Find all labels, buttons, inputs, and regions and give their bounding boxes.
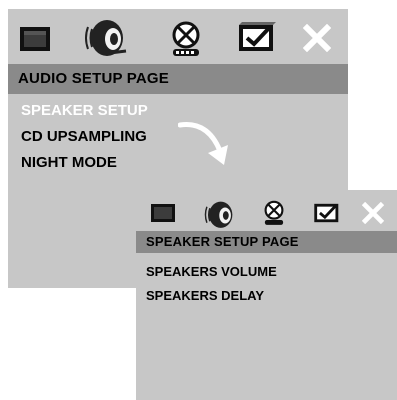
speaker-setup-page-title: SPEAKER SETUP PAGE (136, 231, 397, 253)
preference-setup-icon[interactable] (312, 201, 342, 225)
transition-arrow-icon (178, 122, 228, 165)
general-setup-icon[interactable] (18, 24, 52, 54)
menu-item-speaker-setup[interactable]: SPEAKER SETUP (21, 98, 148, 124)
menu-item-speakers-delay[interactable]: SPEAKERS DELAY (146, 284, 277, 308)
menu-item-night-mode[interactable]: NIGHT MODE (21, 150, 148, 176)
speaker-setup-panel: SPEAKER SETUP PAGE SPEAKERS VOLUME SPEAK… (136, 190, 397, 400)
audio-setup-icon[interactable] (82, 15, 130, 59)
audio-setup-icon[interactable] (202, 198, 238, 230)
menu-item-cd-upsampling[interactable]: CD UPSAMPLING (21, 124, 148, 150)
speaker-setup-menu: SPEAKERS VOLUME SPEAKERS DELAY (146, 260, 277, 308)
video-setup-icon[interactable] (166, 19, 206, 59)
preference-setup-icon[interactable] (236, 21, 278, 55)
general-setup-icon[interactable] (150, 202, 176, 224)
exit-icon[interactable] (362, 202, 384, 224)
menu-item-speakers-volume[interactable]: SPEAKERS VOLUME (146, 260, 277, 284)
audio-setup-page-title: AUDIO SETUP PAGE (8, 64, 348, 94)
video-setup-icon[interactable] (260, 199, 288, 227)
exit-icon[interactable] (303, 24, 331, 52)
audio-setup-menu: SPEAKER SETUP CD UPSAMPLING NIGHT MODE (21, 98, 148, 176)
